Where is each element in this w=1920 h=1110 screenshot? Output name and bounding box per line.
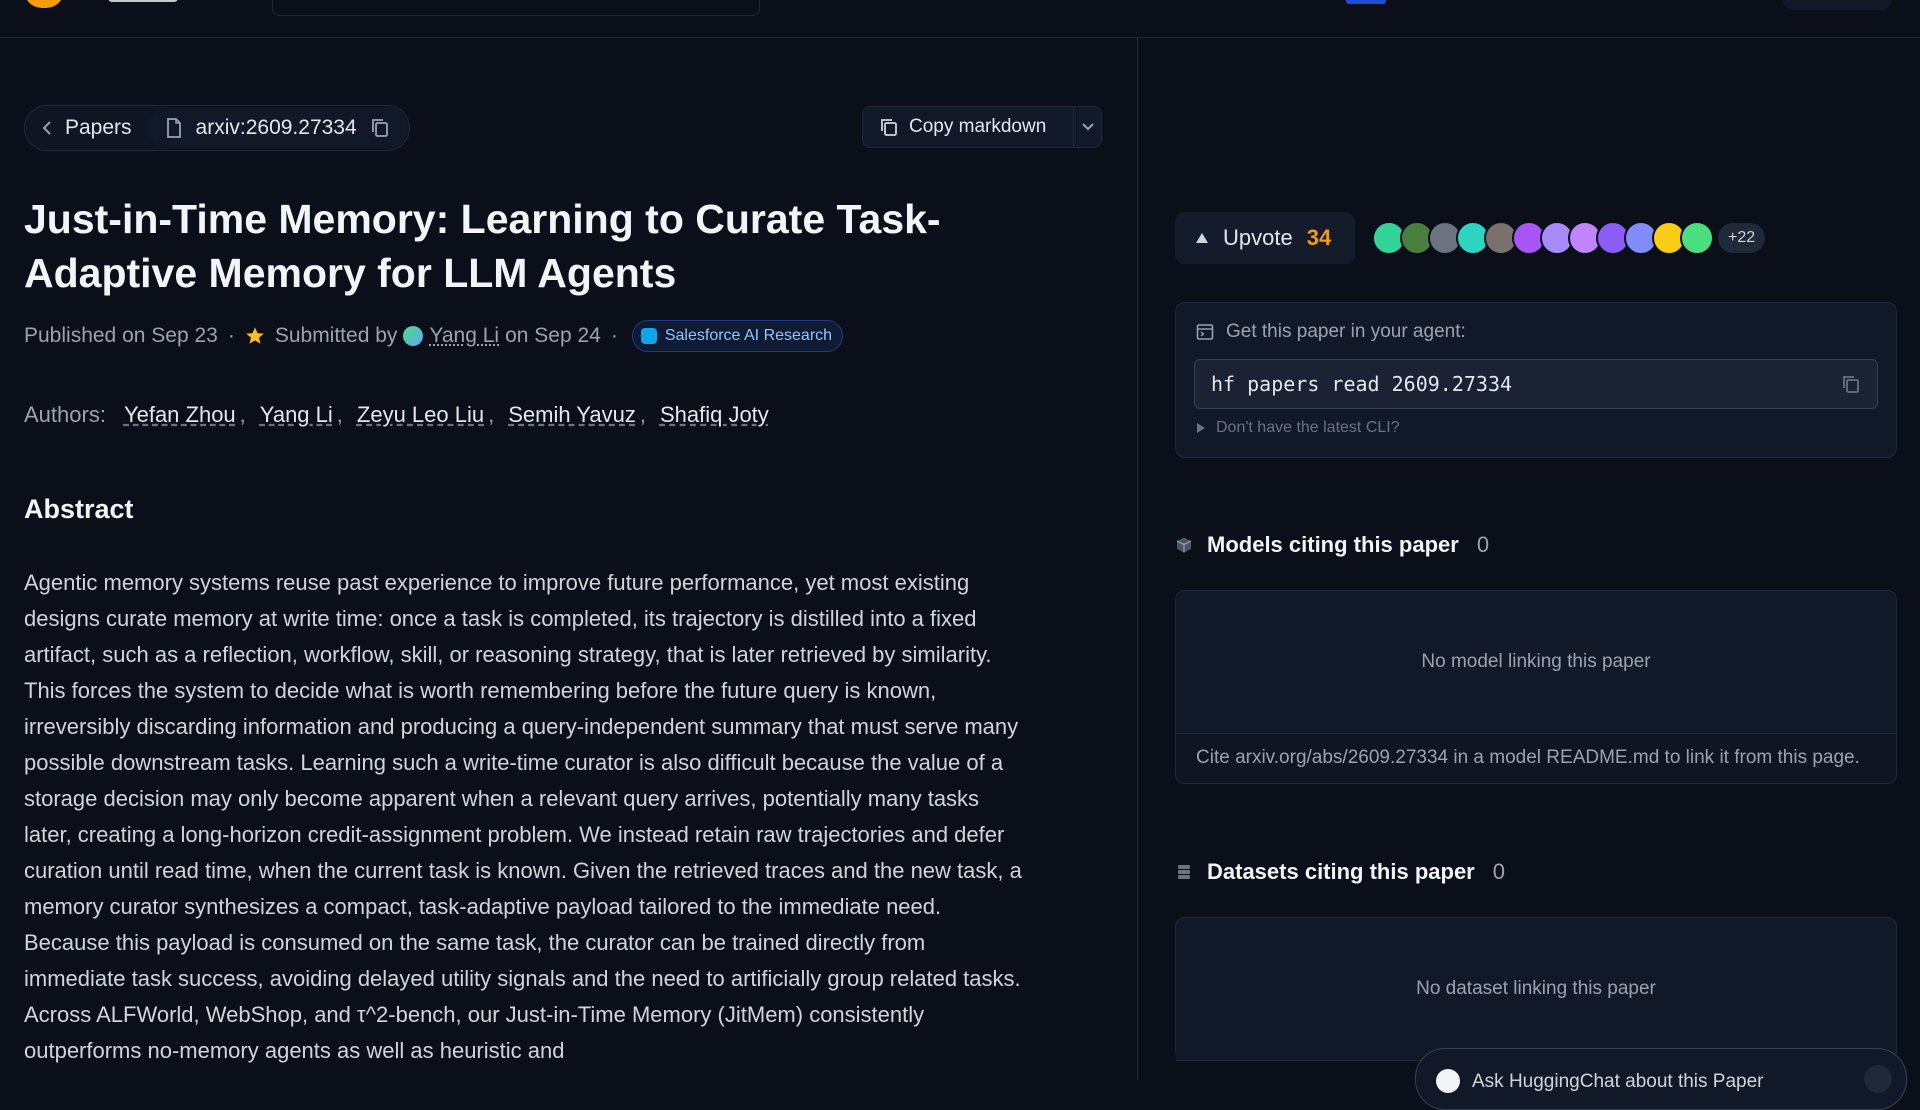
agent-card-heading: Get this paper in your agent: [1196,321,1466,343]
copy-icon [881,119,897,136]
submitted-date: on Sep 24 [505,324,601,347]
models-empty-state: No model linking this paper Cite arxiv.o… [1175,590,1897,784]
author-link[interactable]: Zeyu Leo Liu [357,402,484,428]
chevron-left-icon [42,121,51,135]
organization-badge[interactable]: Salesforce AI Research [631,320,844,352]
models-heading: Models citing this paper [1207,532,1459,557]
voter-avatars[interactable]: +22 [1372,221,1766,255]
author-separator: , [639,402,646,427]
author-link[interactable]: Shafiq Joty [660,402,769,428]
column-divider [1137,37,1138,1080]
agent-cli-card: Get this paper in your agent: hf papers … [1175,302,1897,458]
upvote-triangle-icon [1196,233,1208,243]
cube-icon [1176,537,1192,553]
huggingchat-prompt: Ask HuggingChat about this Paper [1472,1071,1764,1092]
models-count: 0 [1476,532,1490,557]
paper-title: Just-in-Time Memory: Learning to Curate … [24,196,941,296]
agent-heading-text: Get this paper in your agent: [1226,321,1466,342]
paper-meta: Published on Sep 23 · Submitted by Yang … [24,318,844,354]
back-label: Papers [65,116,132,139]
huggingchat-icon [1436,1069,1460,1093]
cli-hint-text: Don't have the latest CLI? [1216,419,1400,436]
abstract-heading: Abstract [24,494,134,524]
submitted-by-label: Submitted by [274,324,398,347]
site-logo[interactable] [24,0,64,8]
models-section-heading: Models citing this paper 0 [1175,532,1489,558]
separator-dot: · [227,324,235,347]
organization-logo-icon [640,328,657,344]
copy-icon[interactable] [1841,374,1861,394]
author-link[interactable]: Yefan Zhou [124,402,236,428]
expand-chevron-icon[interactable] [1864,1065,1892,1093]
datasets-empty-state: No dataset linking this paper [1175,917,1897,1061]
abstract-text: Agentic memory systems reuse past experi… [24,570,1022,1063]
copy-markdown-button[interactable]: Copy markdown [863,107,1074,147]
author-link[interactable]: Yang Li [260,402,333,428]
caret-right-icon [1197,423,1205,433]
models-cite-hint: Cite arxiv.org/abs/2609.27334 in a model… [1196,747,1860,768]
separator-dot: · [610,324,618,347]
authors-label: Authors: [24,402,106,427]
paper-id: arxiv:2609.27334 [195,116,357,139]
published-date: Published on Sep 23 [24,324,218,347]
nav-item[interactable] [1346,0,1386,4]
document-icon [166,118,181,138]
search-input[interactable] [272,0,760,16]
copy-options-dropdown[interactable] [1074,122,1101,132]
cli-command: hf papers read 2609.27334 [1211,372,1513,396]
database-icon [1178,865,1190,879]
organization-name: Salesforce AI Research [664,327,833,344]
voter-avatar[interactable] [1680,221,1714,255]
datasets-section-heading: Datasets citing this paper 0 [1175,859,1505,885]
authors-list: Authors: Yefan Zhou, Yang Li, Zeyu Leo L… [24,402,773,428]
ask-huggingchat-bar[interactable]: Ask HuggingChat about this Paper [1415,1048,1907,1110]
upvote-label: Upvote [1223,225,1293,250]
site-brand[interactable] [108,0,178,2]
cli-command-box[interactable]: hf papers read 2609.27334 [1194,359,1878,409]
more-voters-count: +22 [1718,223,1766,253]
back-to-papers-link[interactable]: Papers [25,106,148,150]
author-separator: , [488,402,495,427]
copy-icon[interactable] [371,118,389,138]
author-link[interactable]: Semih Yavuz [508,402,636,428]
author-separator: , [239,402,246,427]
star-icon [246,327,264,344]
cli-install-disclosure[interactable]: Don't have the latest CLI? [1196,419,1400,437]
copy-markdown-label: Copy markdown [909,116,1047,137]
breadcrumb: Papers arxiv:2609.27334 [24,105,410,151]
profile-menu[interactable] [1782,0,1892,10]
author-separator: , [336,402,343,427]
terminal-icon [1196,324,1214,340]
submitter-avatar [403,326,424,346]
models-empty-message: No model linking this paper [1176,591,1896,734]
chevron-down-icon [1081,123,1094,131]
submitter-link[interactable]: Yang Li [429,324,499,348]
copy-markdown-split-button: Copy markdown [862,106,1102,148]
upvote-count: 34 [1306,225,1332,250]
paper-id-chip: arxiv:2609.27334 [147,108,407,148]
upvote-button[interactable]: Upvote 34 [1175,212,1355,264]
datasets-count: 0 [1492,859,1505,884]
datasets-heading: Datasets citing this paper [1207,859,1475,884]
top-navigation [0,0,1920,38]
datasets-empty-message: No dataset linking this paper [1176,918,1896,1061]
